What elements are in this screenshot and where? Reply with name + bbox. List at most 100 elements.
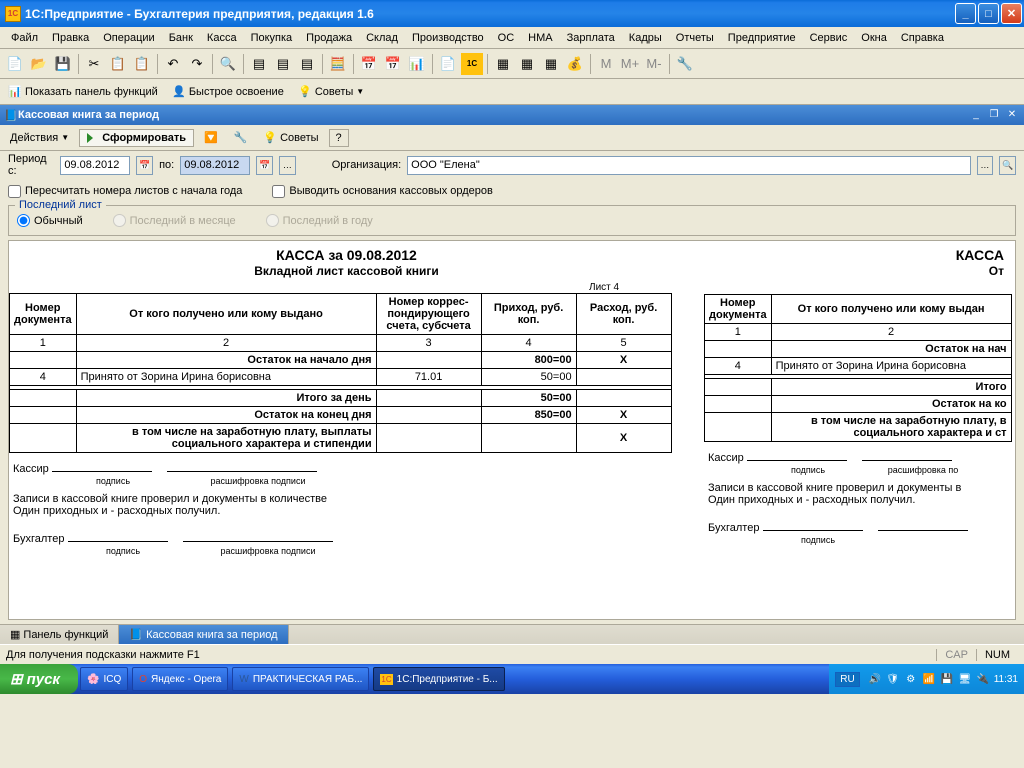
mplus-icon[interactable]: M+ [619,53,641,75]
task-word[interactable]: WПРАКТИЧЕСКАЯ РАБ... [232,667,369,691]
money-icon[interactable]: 💰 [564,53,586,75]
sub-restore-button[interactable]: ❐ [986,108,1002,122]
1c-icon[interactable]: 1C [461,53,483,75]
m-icon[interactable]: M [595,53,617,75]
radio-last-year[interactable]: Последний в году [266,214,373,227]
form-button[interactable]: Сформировать [79,129,194,147]
cash-table: Номер документа От кого получено или ком… [9,293,672,453]
radio-regular[interactable]: Обычный [17,214,83,227]
actions-dropdown[interactable]: Действия▼ [4,129,75,147]
copy-icon[interactable]: 📋 [107,53,129,75]
date-from-picker[interactable]: 📅 [136,156,153,175]
save-icon[interactable]: 💾 [52,53,74,75]
tray-icon-3[interactable]: ⚙ [904,672,918,686]
menu-warehouse[interactable]: Склад [359,30,405,46]
task-1c[interactable]: 1C1С:Предприятие - Б... [373,667,504,691]
tray-icon-2[interactable]: 🛡 [886,672,900,686]
cap-indicator: CAP [936,649,976,661]
minimize-button[interactable]: _ [955,3,976,24]
tab-cash-book[interactable]: 📘Кассовая книга за период [119,625,288,644]
task-icq[interactable]: 🌸ICQ [80,667,128,691]
icq-icon: 🌸 [87,674,99,685]
menu-sale[interactable]: Продажа [299,30,359,46]
close-button[interactable]: ✕ [1001,3,1022,24]
menu-help[interactable]: Справка [894,30,951,46]
reg2-icon[interactable]: ▦ [516,53,538,75]
clock[interactable]: 11:31 [994,674,1018,685]
menu-windows[interactable]: Окна [854,30,894,46]
report-right: КАССА От Номер документа От кого получен… [704,241,1012,563]
settings-icon[interactable]: 🔧 [674,53,696,75]
filter-button[interactable]: 🔽 [198,128,224,147]
start-button[interactable]: ⊞пуск [0,664,78,694]
system-tray: RU 🔊 🛡 ⚙ 📶 💾 🖥 🔌 11:31 [829,664,1024,694]
menu-assets[interactable]: ОС [491,30,522,46]
cut-icon[interactable]: ✂ [83,53,105,75]
reg3-icon[interactable]: ▦ [540,53,562,75]
tab-panel-functions[interactable]: ▦Панель функций [0,625,119,644]
last-sheet-group: Последний лист Обычный Последний в месяц… [8,205,1016,236]
list3-icon[interactable]: ▤ [296,53,318,75]
open-icon[interactable]: 📂 [28,53,50,75]
maximize-button[interactable]: □ [978,3,999,24]
org-input[interactable] [407,156,970,175]
sub-close-button[interactable]: ✕ [1004,108,1020,122]
help-button[interactable]: ? [329,129,349,147]
menu-cash[interactable]: Касса [200,30,244,46]
menu-reports[interactable]: Отчеты [669,30,721,46]
redo-icon[interactable]: ↷ [186,53,208,75]
menu-service[interactable]: Сервис [803,30,855,46]
1c-icon: 1C [380,674,392,685]
menu-production[interactable]: Производство [405,30,491,46]
org-open-button[interactable]: 🔍 [999,156,1016,175]
tray-icon-4[interactable]: 📶 [922,672,936,686]
menu-hr[interactable]: Кадры [622,30,669,46]
list2-icon[interactable]: ▤ [272,53,294,75]
radio-last-month[interactable]: Последний в месяце [113,214,236,227]
org-select-button[interactable]: … [977,156,994,175]
new-icon[interactable]: 📄 [4,53,26,75]
date-to-input[interactable] [180,156,250,175]
chart-icon[interactable]: 📊 [406,53,428,75]
tray-icon-1[interactable]: 🔊 [868,672,882,686]
calc-icon[interactable]: 🧮 [327,53,349,75]
list-icon[interactable]: ▤ [248,53,270,75]
tray-icon-6[interactable]: 🖥 [958,672,972,686]
menu-edit[interactable]: Правка [45,30,96,46]
menu-bank[interactable]: Банк [162,30,200,46]
cal2-icon[interactable]: 📅 [382,53,404,75]
tray-icon-7[interactable]: 🔌 [976,672,990,686]
find-icon[interactable]: 🔍 [217,53,239,75]
date-from-input[interactable] [60,156,130,175]
menu-purchase[interactable]: Покупка [244,30,300,46]
tray-icon-5[interactable]: 💾 [940,672,954,686]
cal1-icon[interactable]: 📅 [358,53,380,75]
menu-intangible[interactable]: НМА [521,30,559,46]
doc-icon[interactable]: 📄 [437,53,459,75]
menu-file[interactable]: Файл [4,30,45,46]
reg1-icon[interactable]: ▦ [492,53,514,75]
advice-button-2[interactable]: 💡Советы [257,128,324,147]
group-legend: Последний лист [15,199,106,211]
checks-row: Пересчитать номера листов с начала года … [0,179,1024,203]
recalc-checkbox[interactable]: Пересчитать номера листов с начала года [8,185,242,198]
advice-button[interactable]: 💡Советы▼ [294,83,368,101]
lang-indicator[interactable]: RU [835,672,859,687]
task-opera[interactable]: OЯндекс - Opera [132,667,228,691]
date-to-picker[interactable]: 📅 [256,156,273,175]
menu-salary[interactable]: Зарплата [560,30,622,46]
windows-icon: ⊞ [10,670,23,688]
mminus-icon[interactable]: M- [643,53,665,75]
undo-icon[interactable]: ↶ [162,53,184,75]
sub-minimize-button[interactable]: _ [968,108,984,122]
settings-button[interactable]: 🔧 [228,128,254,147]
report-area[interactable]: КАССА за 09.08.2012 Вкладной лист кассов… [8,240,1016,620]
paste-icon[interactable]: 📋 [131,53,153,75]
output-basis-checkbox[interactable]: Выводить основания кассовых ордеров [272,185,492,198]
panel-functions-button[interactable]: 📊Показать панель функций [4,83,162,101]
actionbar: Действия▼ Сформировать 🔽 🔧 💡Советы ? [0,125,1024,151]
period-select-button[interactable]: … [279,156,296,175]
menu-operations[interactable]: Операции [96,30,161,46]
quick-start-button[interactable]: 👤Быстрое освоение [168,83,288,101]
menu-enterprise[interactable]: Предприятие [721,30,803,46]
